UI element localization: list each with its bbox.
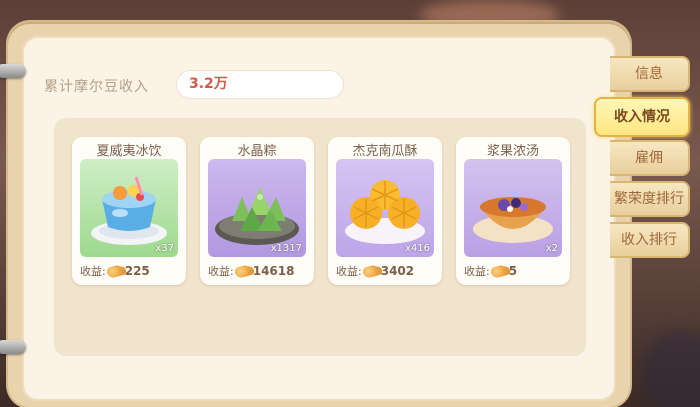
income-label: 收益:	[208, 265, 234, 278]
item-card[interactable]: 杰克南瓜酥 x416 收益: 3402	[328, 137, 442, 285]
income-label: 收益:	[464, 265, 490, 278]
income-value: 3402	[380, 264, 415, 278]
item-count: x416	[404, 243, 430, 254]
income-value: 225	[124, 264, 150, 278]
tab-prosperity-ranking[interactable]: 繁荣度排行	[610, 181, 690, 217]
tab-income-ranking[interactable]: 收入排行	[610, 222, 690, 258]
item-card[interactable]: 水晶粽 x1317 收益: 14618	[200, 137, 314, 285]
mole-bean-icon	[233, 263, 252, 279]
background-decoration	[640, 330, 700, 407]
binder-ring	[0, 340, 26, 354]
item-count: x37	[155, 243, 174, 254]
income-value: 14618	[252, 264, 295, 278]
income-value: 5	[508, 264, 518, 278]
item-name: 夏威夷冰饮	[96, 144, 162, 159]
mole-bean-icon	[489, 263, 508, 279]
item-name: 杰克南瓜酥	[352, 144, 418, 159]
tab-hire[interactable]: 雇佣	[610, 140, 690, 176]
item-name: 水晶粽	[237, 144, 277, 159]
item-name: 浆果浓汤	[486, 144, 539, 159]
item-card[interactable]: 夏威夷冰饮 x37 收益: 225	[72, 137, 186, 285]
total-income-value: 3.2万	[176, 70, 344, 99]
jack-pumpkin-pastry-image: x416	[336, 159, 434, 257]
item-income: 收益: 14618	[208, 263, 294, 279]
total-income-label: 累计摩尔豆收入	[44, 79, 149, 95]
tab-income[interactable]: 收入情况	[594, 97, 690, 137]
item-income: 收益: 3402	[336, 263, 414, 279]
item-card[interactable]: 浆果浓汤 x2 收益: 5	[456, 137, 570, 285]
tab-info[interactable]: 信息	[610, 56, 690, 92]
crystal-zongzi-image: x1317	[208, 159, 306, 257]
item-count: x1317	[270, 243, 302, 254]
income-label: 收益:	[336, 265, 362, 278]
income-label: 收益:	[80, 265, 106, 278]
mole-bean-icon	[105, 263, 124, 279]
berry-soup-image: x2	[464, 159, 562, 257]
item-income: 收益: 225	[80, 263, 150, 279]
mole-bean-icon	[361, 263, 380, 279]
item-count: x2	[545, 243, 558, 254]
binder-ring	[0, 64, 26, 78]
hawaiian-ice-drink-image: x37	[80, 159, 178, 257]
item-income: 收益: 5	[464, 263, 517, 279]
